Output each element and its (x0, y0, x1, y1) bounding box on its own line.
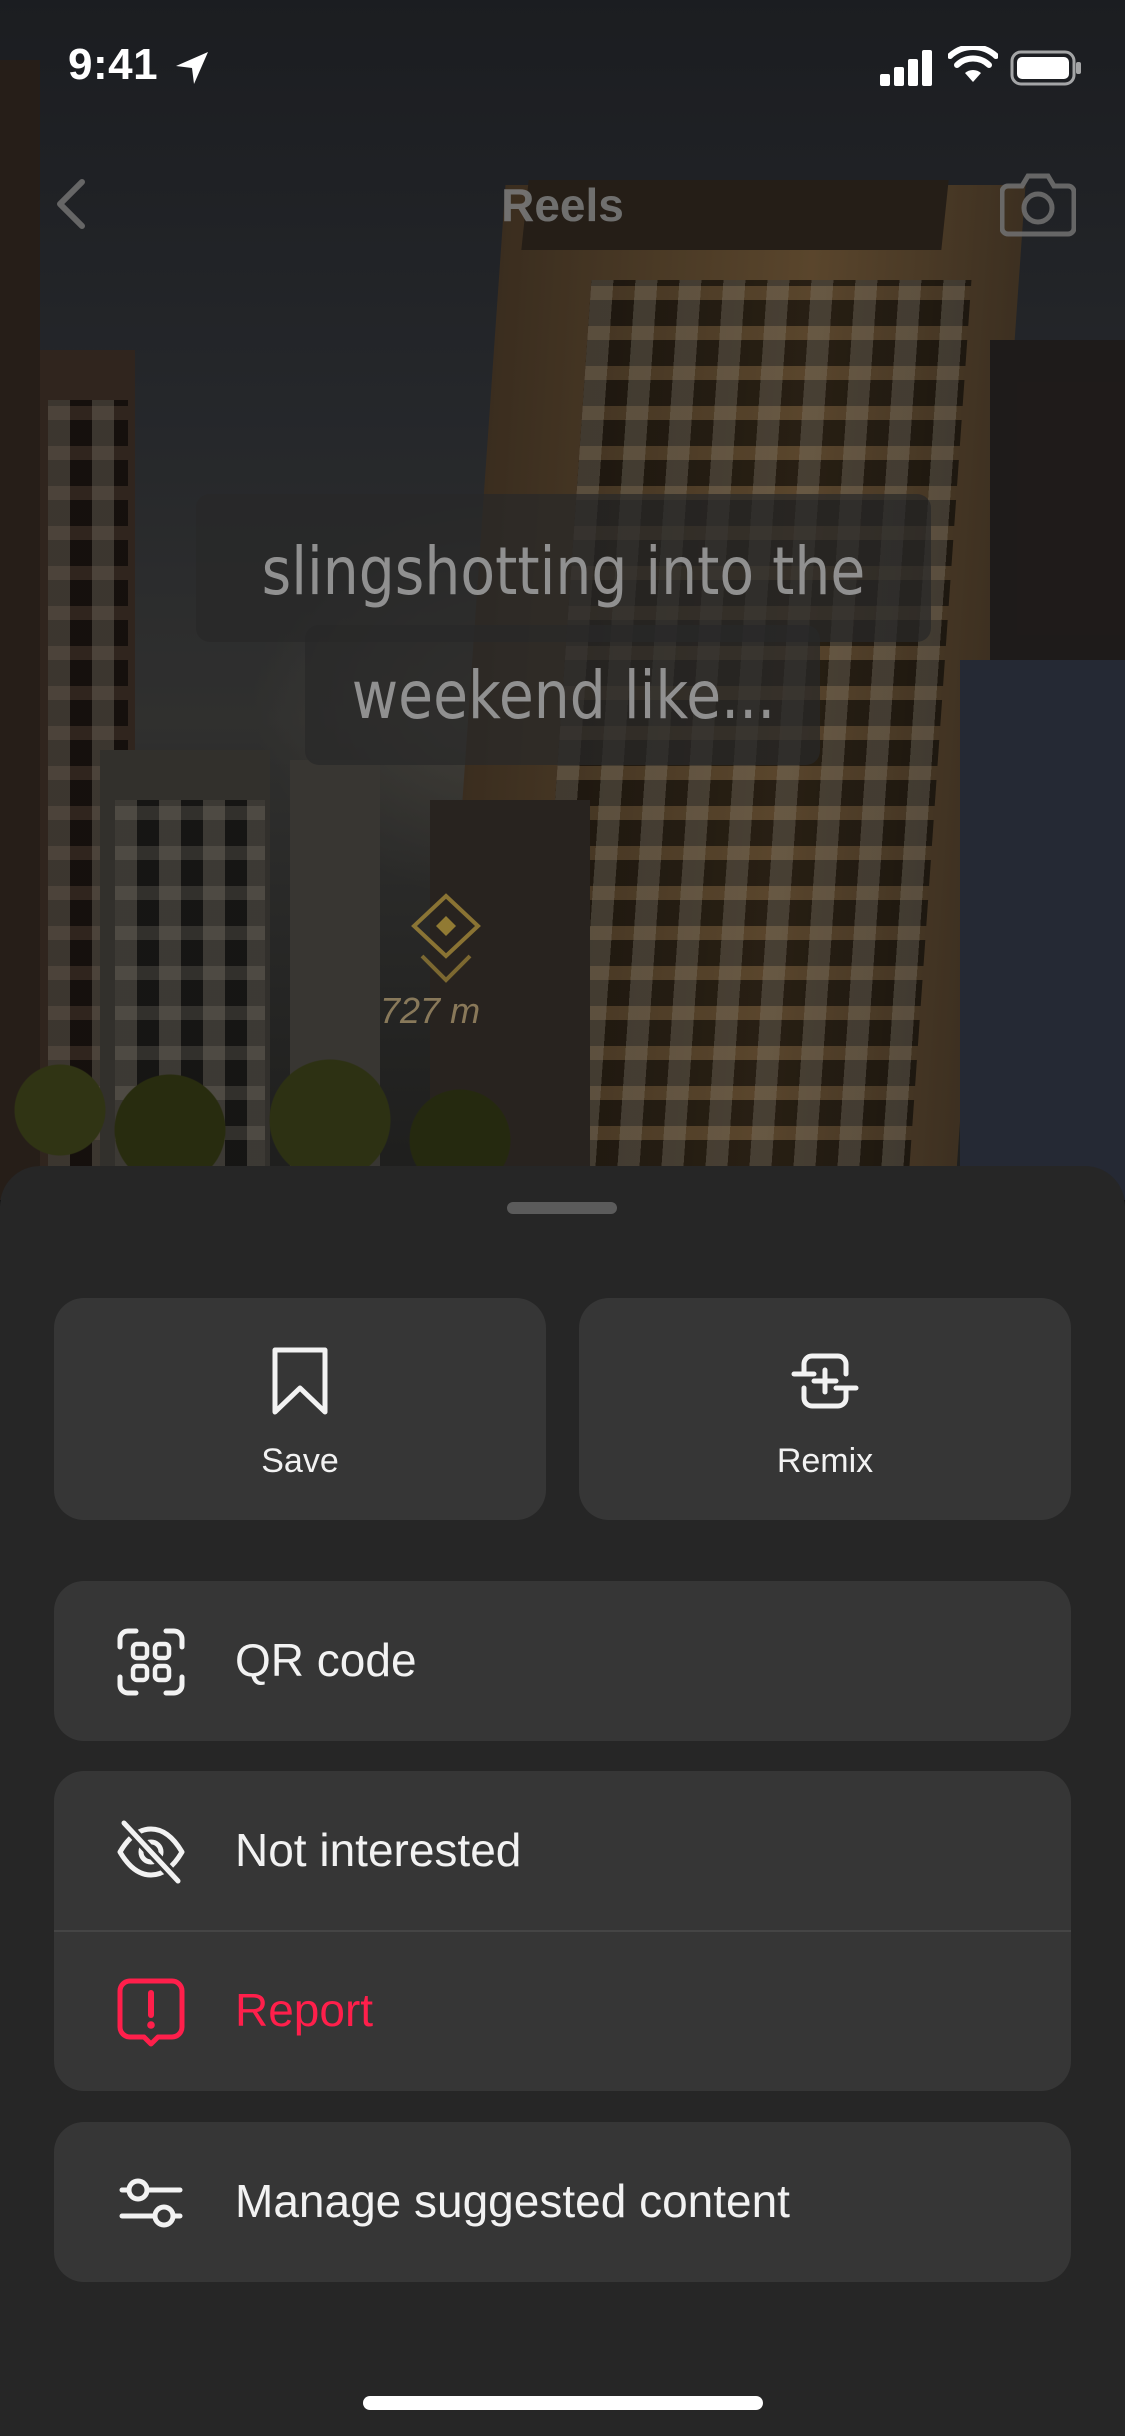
save-label: Save (261, 1442, 339, 1480)
caption-line-1: slingshotting into the (261, 533, 866, 610)
location-arrow-icon (176, 52, 208, 84)
cellular-signal-icon (880, 50, 932, 86)
waypoint-marker-icon (411, 893, 481, 983)
manage-suggested-content-button[interactable]: Manage suggested content (54, 2122, 1071, 2282)
manage-suggested-content-label: Manage suggested content (235, 2175, 790, 2227)
save-button[interactable]: Save (54, 1298, 546, 1520)
qr-code-label: QR code (235, 1634, 417, 1686)
feedback-group: Not interested Report (54, 1771, 1071, 2091)
distance-label: 727 m (380, 990, 481, 1031)
report-alert-icon (117, 1978, 185, 2047)
remix-label: Remix (776, 1442, 874, 1480)
not-interested-label: Not interested (235, 1824, 522, 1876)
caption-line-2: weekend like... (351, 657, 776, 734)
home-indicator[interactable] (363, 2396, 763, 2410)
bookmark-icon (272, 1347, 328, 1415)
battery-icon (1010, 50, 1081, 86)
reel-caption: slingshotting into the weekend like... (247, 510, 879, 758)
report-button[interactable]: Report (54, 1931, 1071, 2091)
sliders-icon (119, 2178, 183, 2228)
wifi-icon (948, 46, 998, 82)
report-label: Report (235, 1984, 374, 2036)
manage-row: Manage suggested content (54, 2122, 1071, 2282)
remix-button[interactable]: Remix (579, 1298, 1071, 1520)
screen: slingshotting into the weekend like... 7… (0, 0, 1125, 2436)
eye-slash-icon (117, 1817, 185, 1887)
qr-code-icon (117, 1628, 185, 1696)
not-interested-button[interactable]: Not interested (54, 1771, 1071, 1931)
status-time: 9:41 (68, 40, 159, 89)
sheet-grabber[interactable] (507, 1202, 617, 1214)
camera-icon[interactable] (1000, 168, 1076, 238)
qr-code-button[interactable]: QR code (54, 1581, 1071, 1741)
page-title: Reels (501, 179, 624, 231)
qr-code-row: QR code (54, 1581, 1071, 1741)
remix-icon (791, 1353, 859, 1409)
